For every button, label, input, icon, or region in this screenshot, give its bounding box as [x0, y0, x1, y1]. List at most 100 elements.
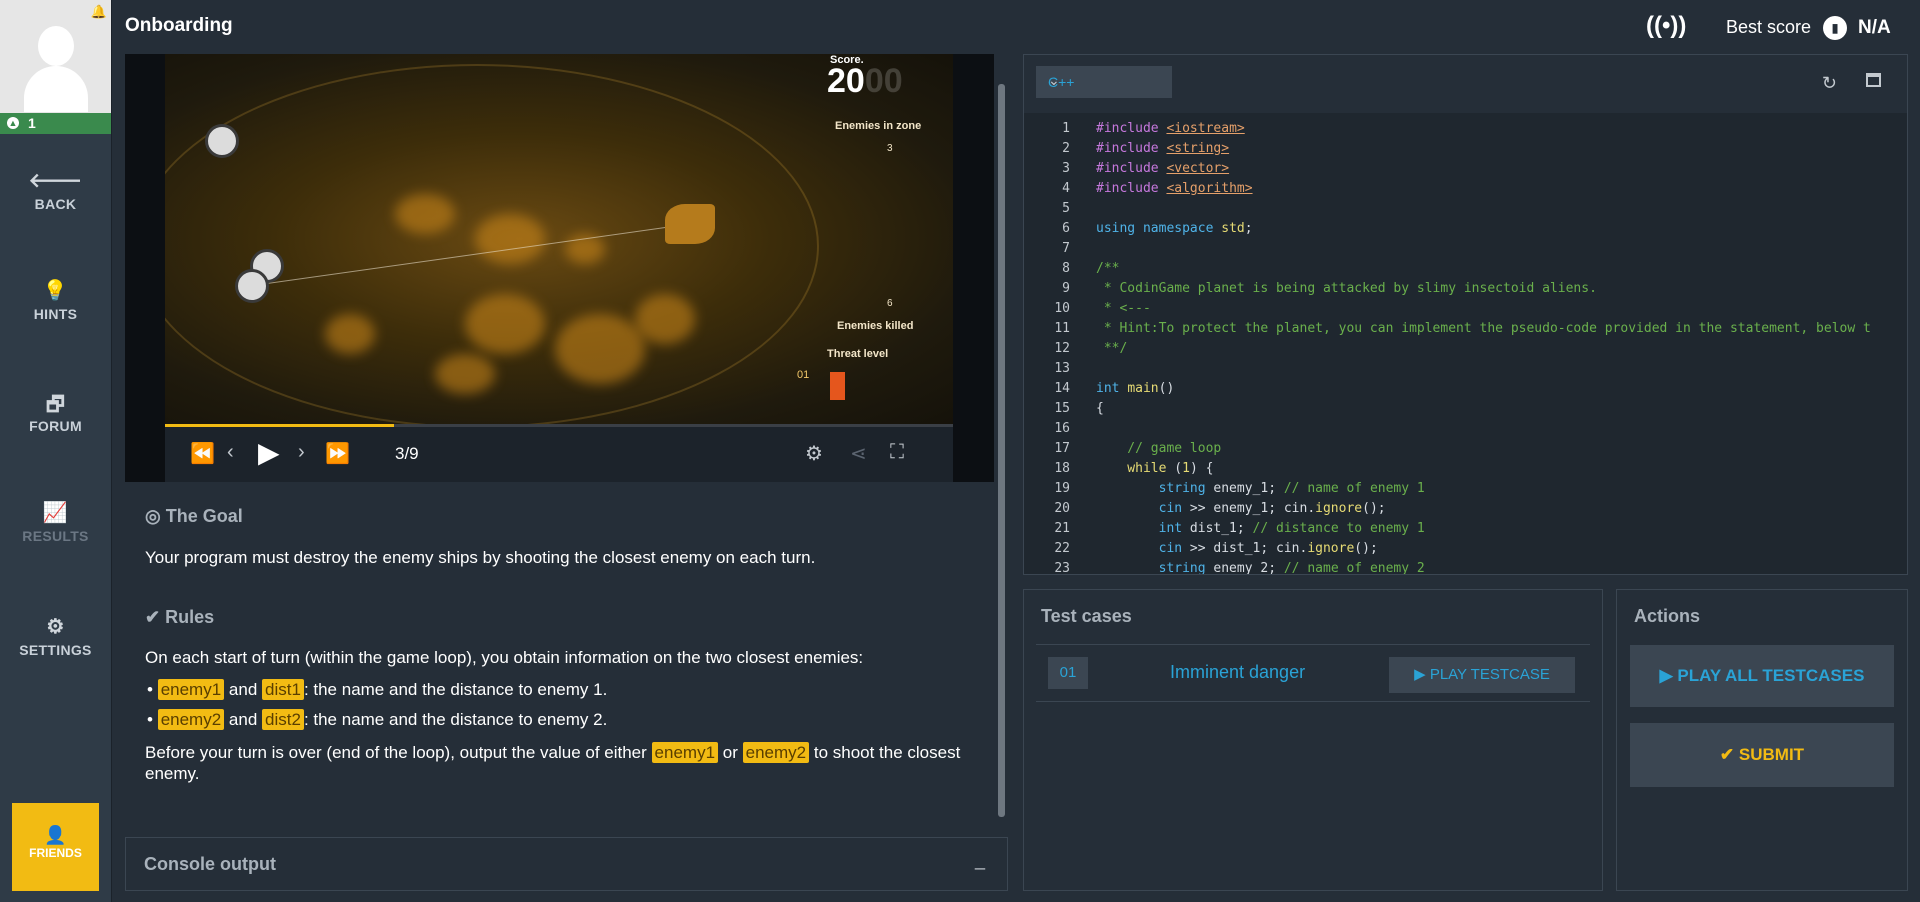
fullscreen-icon[interactable]: ⛶: [890, 441, 904, 464]
chevron-down-icon: ⌄: [1048, 72, 1060, 88]
slime-blob: [475, 214, 545, 264]
code-token: (: [1174, 461, 1183, 476]
line-content: * <---: [1096, 301, 1151, 316]
top-bar: Onboarding ((•)) Best score ▮ N/A: [112, 0, 1920, 54]
line-number: 1: [1062, 121, 1070, 136]
sidebar-item-forum[interactable]: 🗗 FORUM: [0, 390, 111, 434]
line-content: #include <iostream>: [1096, 121, 1245, 136]
code-line: 9 * CodinGame planet is being attacked b…: [1024, 281, 1907, 301]
sidebar-item-hints[interactable]: 💡 HINTS: [0, 278, 111, 322]
line-content: #include <algorithm>: [1096, 181, 1253, 196]
rule-and: and: [228, 680, 258, 699]
forum-icon: 🗗: [45, 394, 66, 416]
broadcast-icon[interactable]: ((•)): [1646, 12, 1686, 40]
output-or: or: [722, 743, 738, 762]
line-number: 16: [1054, 421, 1070, 436]
code-line: 11 * Hint:To protect the planet, you can…: [1024, 321, 1907, 341]
rules-intro: On each start of turn (within the game l…: [145, 648, 864, 667]
step-back-icon[interactable]: ‹: [227, 441, 234, 464]
console-panel[interactable]: Console output _: [125, 837, 1008, 891]
play-testcase-button[interactable]: ▶ PLAY TESTCASE: [1389, 657, 1575, 693]
rule-text: : the name and the distance to enemy 1.: [303, 680, 608, 699]
step-forward-icon[interactable]: ›: [298, 441, 305, 464]
line-content: int dist_1; // distance to enemy 1: [1096, 521, 1425, 536]
fast-forward-icon[interactable]: ⏩: [325, 441, 350, 466]
friends-button[interactable]: 👤 FRIENDS: [12, 803, 99, 891]
bell-icon[interactable]: 🔔: [91, 4, 107, 20]
sidebar-item-settings[interactable]: ⚙ SETTINGS: [0, 614, 111, 658]
line-number: 11: [1054, 321, 1070, 336]
language-select[interactable]: C++ ⌄: [1036, 66, 1172, 98]
statement-scrollbar[interactable]: [998, 84, 1005, 817]
code-token: string: [1096, 561, 1214, 574]
reset-code-icon[interactable]: ↻: [1822, 73, 1837, 94]
code-line: 13: [1024, 361, 1907, 381]
line-number: 23: [1054, 561, 1070, 574]
line-content: cin >> dist_1; cin.ignore();: [1096, 541, 1378, 556]
rewind-icon[interactable]: ⏪: [190, 441, 215, 466]
code-token: (): [1158, 381, 1175, 396]
line-number: 10: [1054, 301, 1070, 316]
goal-title: The Goal: [165, 506, 243, 526]
sidebar-item-label: BACK: [34, 196, 77, 212]
line-number: 18: [1054, 461, 1070, 476]
minimize-button[interactable]: _: [975, 850, 985, 871]
code-token: >> dist_1; cin.: [1189, 541, 1308, 556]
rules-heading: ✔ Rules: [145, 607, 214, 628]
enemy-ship: [235, 269, 269, 303]
enemies-killed-value: 6: [887, 298, 893, 309]
submit-button[interactable]: ✔ SUBMIT: [1630, 723, 1894, 787]
test-case-row[interactable]: 01 Imminent danger ▶ PLAY TESTCASE: [1036, 645, 1590, 702]
maximize-icon[interactable]: [1866, 73, 1881, 87]
threat-level-value: 01: [797, 369, 810, 381]
play-icon[interactable]: ▶: [258, 436, 280, 469]
code-line: 22 cin >> dist_1; cin.ignore();: [1024, 541, 1907, 561]
score-value: 2000: [827, 62, 903, 101]
code-token: #include: [1096, 121, 1167, 136]
code-line: 21 int dist_1; // distance to enemy 1: [1024, 521, 1907, 541]
line-content: cin >> enemy_1; cin.ignore();: [1096, 501, 1386, 516]
line-content: * Hint:To protect the planet, you can im…: [1096, 321, 1871, 336]
line-content: int main(): [1096, 381, 1174, 396]
avatar[interactable]: 🔔: [0, 0, 111, 113]
threat-level-label: Threat level: [827, 348, 889, 360]
code-line: 16: [1024, 421, 1907, 441]
game-canvas[interactable]: Score. 2000 Enemies in zone 3 6 Enemies …: [165, 54, 953, 424]
level-badge: ▲ 1: [0, 113, 111, 134]
gear-icon[interactable]: ⚙: [805, 441, 823, 466]
code-area[interactable]: 1 #include <iostream> 2 #include <string> …: [1024, 113, 1907, 574]
code-token: <algorithm>: [1166, 181, 1253, 196]
line-content: {: [1096, 401, 1104, 416]
check-icon: ✔: [1719, 745, 1739, 764]
test-case-name[interactable]: Imminent danger: [1170, 662, 1305, 683]
share-icon[interactable]: ⋖: [850, 441, 867, 466]
line-content: #include <vector>: [1096, 161, 1229, 176]
play-all-testcases-button[interactable]: ▶ PLAY ALL TESTCASES: [1630, 645, 1894, 707]
code-keyword: enemy2: [157, 709, 225, 730]
line-content: using namespace std;: [1096, 221, 1253, 236]
code-token: #include: [1096, 161, 1167, 176]
avatar-head: [38, 26, 74, 66]
code-line: 8 /**: [1024, 261, 1907, 281]
actions-panel: Actions ▶ PLAY ALL TESTCASES ✔ SUBMIT: [1616, 589, 1908, 891]
code-token: // name of enemy 2: [1283, 561, 1425, 574]
slime-blob: [325, 314, 375, 354]
signal-bars-icon: ▮: [1823, 16, 1847, 40]
code-keyword: enemy1: [651, 742, 719, 763]
sidebar-item-results[interactable]: 📈 RESULTS: [0, 500, 111, 544]
sidebar-item-label: SETTINGS: [19, 642, 92, 658]
rules-title: Rules: [165, 607, 215, 627]
slime-blob: [435, 354, 495, 394]
target-icon: ◎: [145, 506, 166, 526]
sidebar-item-back[interactable]: 🡐 BACK: [0, 168, 111, 212]
code-line: 4 #include <algorithm>: [1024, 181, 1907, 201]
code-line: 18 while (1) {: [1024, 461, 1907, 481]
code-token: dist_1;: [1189, 521, 1253, 536]
lightbulb-icon: 💡: [42, 280, 69, 302]
code-token: // name of enemy 1: [1283, 481, 1425, 496]
arrow-left-icon: 🡐: [28, 170, 83, 192]
line-content: * CodinGame planet is being attacked by …: [1096, 281, 1597, 296]
enemy-ship: [205, 124, 239, 158]
rule-item-1: • enemy1 and dist1: the name and the dis…: [147, 679, 608, 700]
code-token: <vector>: [1166, 161, 1230, 176]
